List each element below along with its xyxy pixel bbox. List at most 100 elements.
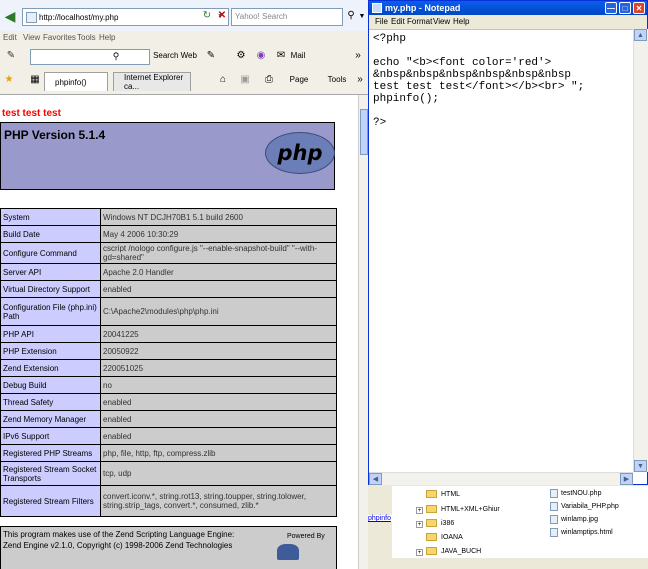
notepad-vertical-scrollbar[interactable]: ▲ ▼ (633, 29, 648, 472)
folder-icon (426, 505, 437, 513)
tree-item[interactable]: HTML (426, 490, 460, 498)
address-bar-row: ◀ http://localhost/my.php ▼ ↻ ✕ Yahoo! S… (0, 0, 368, 32)
back-icon[interactable]: ◀ (2, 7, 18, 25)
tree-label: HTML (441, 490, 461, 498)
tab-phpinfo[interactable]: phpinfo() (44, 72, 108, 91)
file-item[interactable]: testNOU.php (550, 489, 601, 498)
browser-window: ◀ http://localhost/my.php ▼ ↻ ✕ Yahoo! S… (0, 0, 368, 569)
favorites-star-icon[interactable]: ★ (2, 73, 16, 87)
toolbar-search-field[interactable] (30, 49, 150, 65)
row-value: enabled (100, 393, 337, 411)
zend-line-1: This program makes use of the Zend Scrip… (3, 530, 235, 539)
table-row: Build Date May 4 2006 10:30:29 (0, 225, 337, 243)
page-scrollbar[interactable] (358, 95, 368, 569)
tab-ie-ca[interactable]: Internet Explorer ca... (113, 72, 191, 91)
menu-favorites[interactable]: Favorites (43, 33, 76, 42)
print-icon[interactable]: ⎙ (262, 73, 276, 87)
notepad-titlebar[interactable]: my.php - Notepad — □ ✕ (369, 1, 647, 15)
home-icon[interactable]: ⌂ (216, 73, 230, 87)
menu-help[interactable]: Help (99, 33, 115, 42)
zend-engine-box: This program makes use of the Zend Scrip… (0, 526, 337, 569)
search-icon[interactable]: ⚲ (344, 8, 358, 24)
more-chevron-icon[interactable]: » (354, 73, 366, 87)
row-key: Debug Build (0, 376, 101, 394)
search-web-label: Search Web (153, 51, 197, 60)
messenger-icon[interactable]: ◉ (255, 49, 267, 63)
row-value: 20050922 (100, 342, 337, 360)
table-row: Debug Build no (0, 376, 337, 394)
menu-format[interactable]: Format (407, 17, 432, 26)
file-icon (550, 489, 558, 498)
notepad-horizontal-scrollbar[interactable]: ◀ ▶ (369, 472, 633, 485)
address-field[interactable]: http://localhost/my.php ▼ (22, 8, 229, 26)
expand-icon[interactable]: + (416, 507, 423, 514)
page-scroll-thumb[interactable] (360, 109, 368, 155)
tree-item[interactable]: i386 (426, 519, 454, 527)
menu-help[interactable]: Help (453, 17, 469, 26)
highlight-icon[interactable]: ✎ (205, 49, 217, 63)
zend-logo[interactable] (277, 544, 299, 560)
folder-icon (426, 547, 437, 555)
menu-tools[interactable]: Tools (77, 33, 96, 42)
mail-icon[interactable]: ✉ (275, 49, 287, 63)
scroll-right-icon[interactable]: ▶ (620, 473, 633, 485)
row-key: Configuration File (php.ini) Path (0, 297, 101, 326)
maximize-button[interactable]: □ (619, 2, 631, 14)
file-label: winlamp.jpg (561, 516, 598, 523)
search-web-button[interactable]: Search Web (150, 49, 200, 63)
menu-edit[interactable]: Edit (3, 33, 17, 42)
menu-edit[interactable]: Edit (391, 17, 405, 26)
table-row: Zend Memory Manager enabled (0, 410, 337, 428)
row-value: no (100, 376, 337, 394)
table-row: Server API Apache 2.0 Handler (0, 263, 337, 281)
scroll-left-icon[interactable]: ◀ (369, 473, 382, 485)
menu-view[interactable]: View (433, 17, 450, 26)
scroll-up-icon[interactable]: ▲ (634, 29, 647, 41)
search-field[interactable]: Yahoo! Search (231, 8, 343, 26)
expand-icon[interactable]: + (416, 549, 423, 556)
more-chevron-icon[interactable]: » (352, 49, 364, 63)
search-options-icon[interactable]: ▼ (358, 8, 366, 24)
refresh-icon[interactable]: ↻ (200, 8, 214, 24)
php-header: PHP Version 5.1.4 php (0, 122, 335, 190)
tools-menu-button[interactable]: Tools (322, 73, 352, 87)
folder-icon (426, 519, 437, 527)
tree-item[interactable]: IOANA (426, 533, 463, 541)
row-value: May 4 2006 10:30:29 (100, 225, 337, 243)
stop-icon[interactable]: ✕ (215, 8, 229, 24)
expand-icon[interactable]: + (416, 521, 423, 528)
rss-feed-icon[interactable]: ▣ (238, 73, 252, 87)
row-key: Zend Extension (0, 359, 101, 377)
tab-list-icon[interactable]: ▦ (28, 73, 42, 87)
file-item[interactable]: Variabila_PHP.php (550, 502, 619, 511)
scroll-down-icon[interactable]: ▼ (634, 460, 647, 472)
table-row: System Windows NT DCJH70B1 5.1 build 2600 (0, 208, 337, 226)
close-button[interactable]: ✕ (633, 2, 645, 14)
menu-view[interactable]: View (23, 33, 40, 42)
minimize-button[interactable]: — (605, 2, 617, 14)
gear-icon[interactable]: ⚙ (235, 49, 247, 63)
notepad-text-area[interactable]: <?php echo "<b><font color='red'> &nbsp&… (373, 33, 635, 129)
row-value: convert.iconv.*, string.rot13, string.to… (100, 485, 337, 517)
tab-ie-ca-label: Internet Explorer ca... (124, 73, 184, 91)
tree-item[interactable]: HTML+XML+Ghiur (426, 505, 500, 513)
table-row: Registered Stream Socket Transports tcp, … (0, 461, 337, 486)
zend-line-2: Zend Engine v2.1.0, Copyright (c) 1998-2… (3, 541, 233, 550)
php-logo[interactable]: php (265, 132, 335, 174)
page-icon (26, 12, 37, 23)
file-item[interactable]: winlamptips.html (550, 528, 613, 537)
mail-button[interactable]: Mail (287, 49, 309, 63)
phpinfo-link-peek[interactable]: phpinfo (368, 515, 392, 522)
image-file-icon (550, 515, 558, 524)
menu-file[interactable]: File (375, 17, 388, 26)
table-row: Registered Stream Filters convert.iconv.*… (0, 485, 337, 517)
tree-item[interactable]: JAVA_BUCH (426, 547, 481, 555)
page-menu-button[interactable]: Page (284, 73, 314, 87)
row-value: Apache 2.0 Handler (100, 263, 337, 281)
row-key: Virtual Directory Support (0, 280, 101, 298)
tree-label: i386 (441, 519, 455, 527)
file-item[interactable]: winlamp.jpg (550, 515, 598, 524)
file-label: Variabila_PHP.php (561, 503, 619, 510)
row-value: enabled (100, 410, 337, 428)
pencil-icon[interactable]: ✎ (4, 49, 18, 63)
